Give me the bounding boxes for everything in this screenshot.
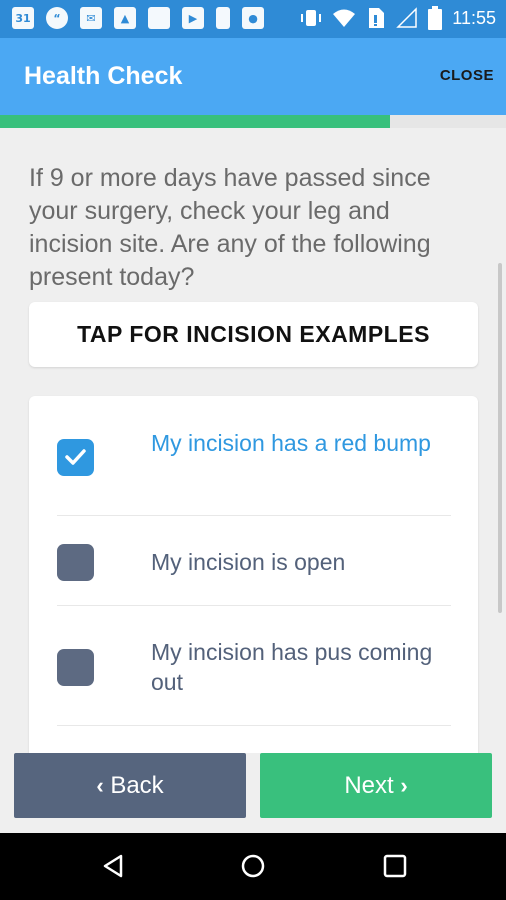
system-icons: 11:55 (300, 6, 496, 30)
page-title: Health Check (24, 62, 183, 90)
no-sim-icon (369, 8, 385, 28)
progress-fill (0, 115, 390, 128)
progress-bar (0, 115, 506, 128)
checkbox-checked[interactable] (57, 439, 94, 476)
square-icon (148, 7, 170, 29)
wifi-icon (333, 9, 356, 27)
vibrate-icon (301, 10, 322, 26)
calendar-icon: 31 (12, 7, 34, 29)
footer-bar: ‹ Back Next › (0, 753, 506, 833)
next-button[interactable]: Next › (260, 753, 492, 818)
back-button[interactable]: ‹ Back (14, 753, 246, 818)
back-label: Back (110, 771, 164, 799)
option-label: My incision has a red bump (151, 430, 431, 456)
chevron-left-icon: ‹ (96, 772, 104, 798)
question-text: If 9 or more days have passed since your… (29, 164, 431, 291)
youtube-icon: ▶ (182, 7, 204, 29)
app-bar: Health Check CLOSE (0, 38, 506, 115)
checkbox-unchecked[interactable] (57, 649, 94, 686)
option-label: My incision has pus coming out (151, 639, 433, 695)
checkbox-unchecked[interactable] (57, 544, 94, 581)
signal-icon (396, 7, 418, 28)
calendar-day: 31 (15, 11, 31, 25)
camera-icon: ● (242, 7, 264, 29)
next-label: Next (344, 771, 394, 799)
option-divider (57, 725, 451, 726)
clock: 11:55 (452, 7, 496, 28)
incision-examples-button[interactable]: TAP FOR INCISION EXAMPLES (29, 302, 478, 367)
option-divider (57, 515, 451, 516)
system-nav-bar (0, 833, 506, 900)
check-icon (65, 449, 86, 465)
notification-icons: 31 “ ✉ ▲ ▶ ● (12, 7, 264, 29)
gmail-icon: ✉ (80, 7, 102, 29)
battery-icon (428, 6, 443, 30)
close-button[interactable]: CLOSE (440, 67, 494, 84)
hangouts-icon: “ (46, 7, 68, 29)
question-content: If 9 or more days have passed since your… (0, 128, 506, 753)
back-triangle-icon[interactable] (100, 853, 126, 879)
options-card: My incision has a red bump My incision i… (29, 396, 478, 753)
option-label: My incision is open (151, 549, 346, 575)
home-circle-icon[interactable] (240, 853, 266, 879)
photos-icon: ▲ (114, 7, 136, 29)
status-bar: 31 “ ✉ ▲ ▶ ● 11:55 (0, 0, 506, 38)
recents-square-icon[interactable] (382, 853, 408, 879)
option-divider (57, 605, 451, 606)
scrollbar[interactable] (498, 263, 502, 613)
phone-icon (216, 7, 230, 29)
chevron-right-icon: › (400, 772, 408, 798)
